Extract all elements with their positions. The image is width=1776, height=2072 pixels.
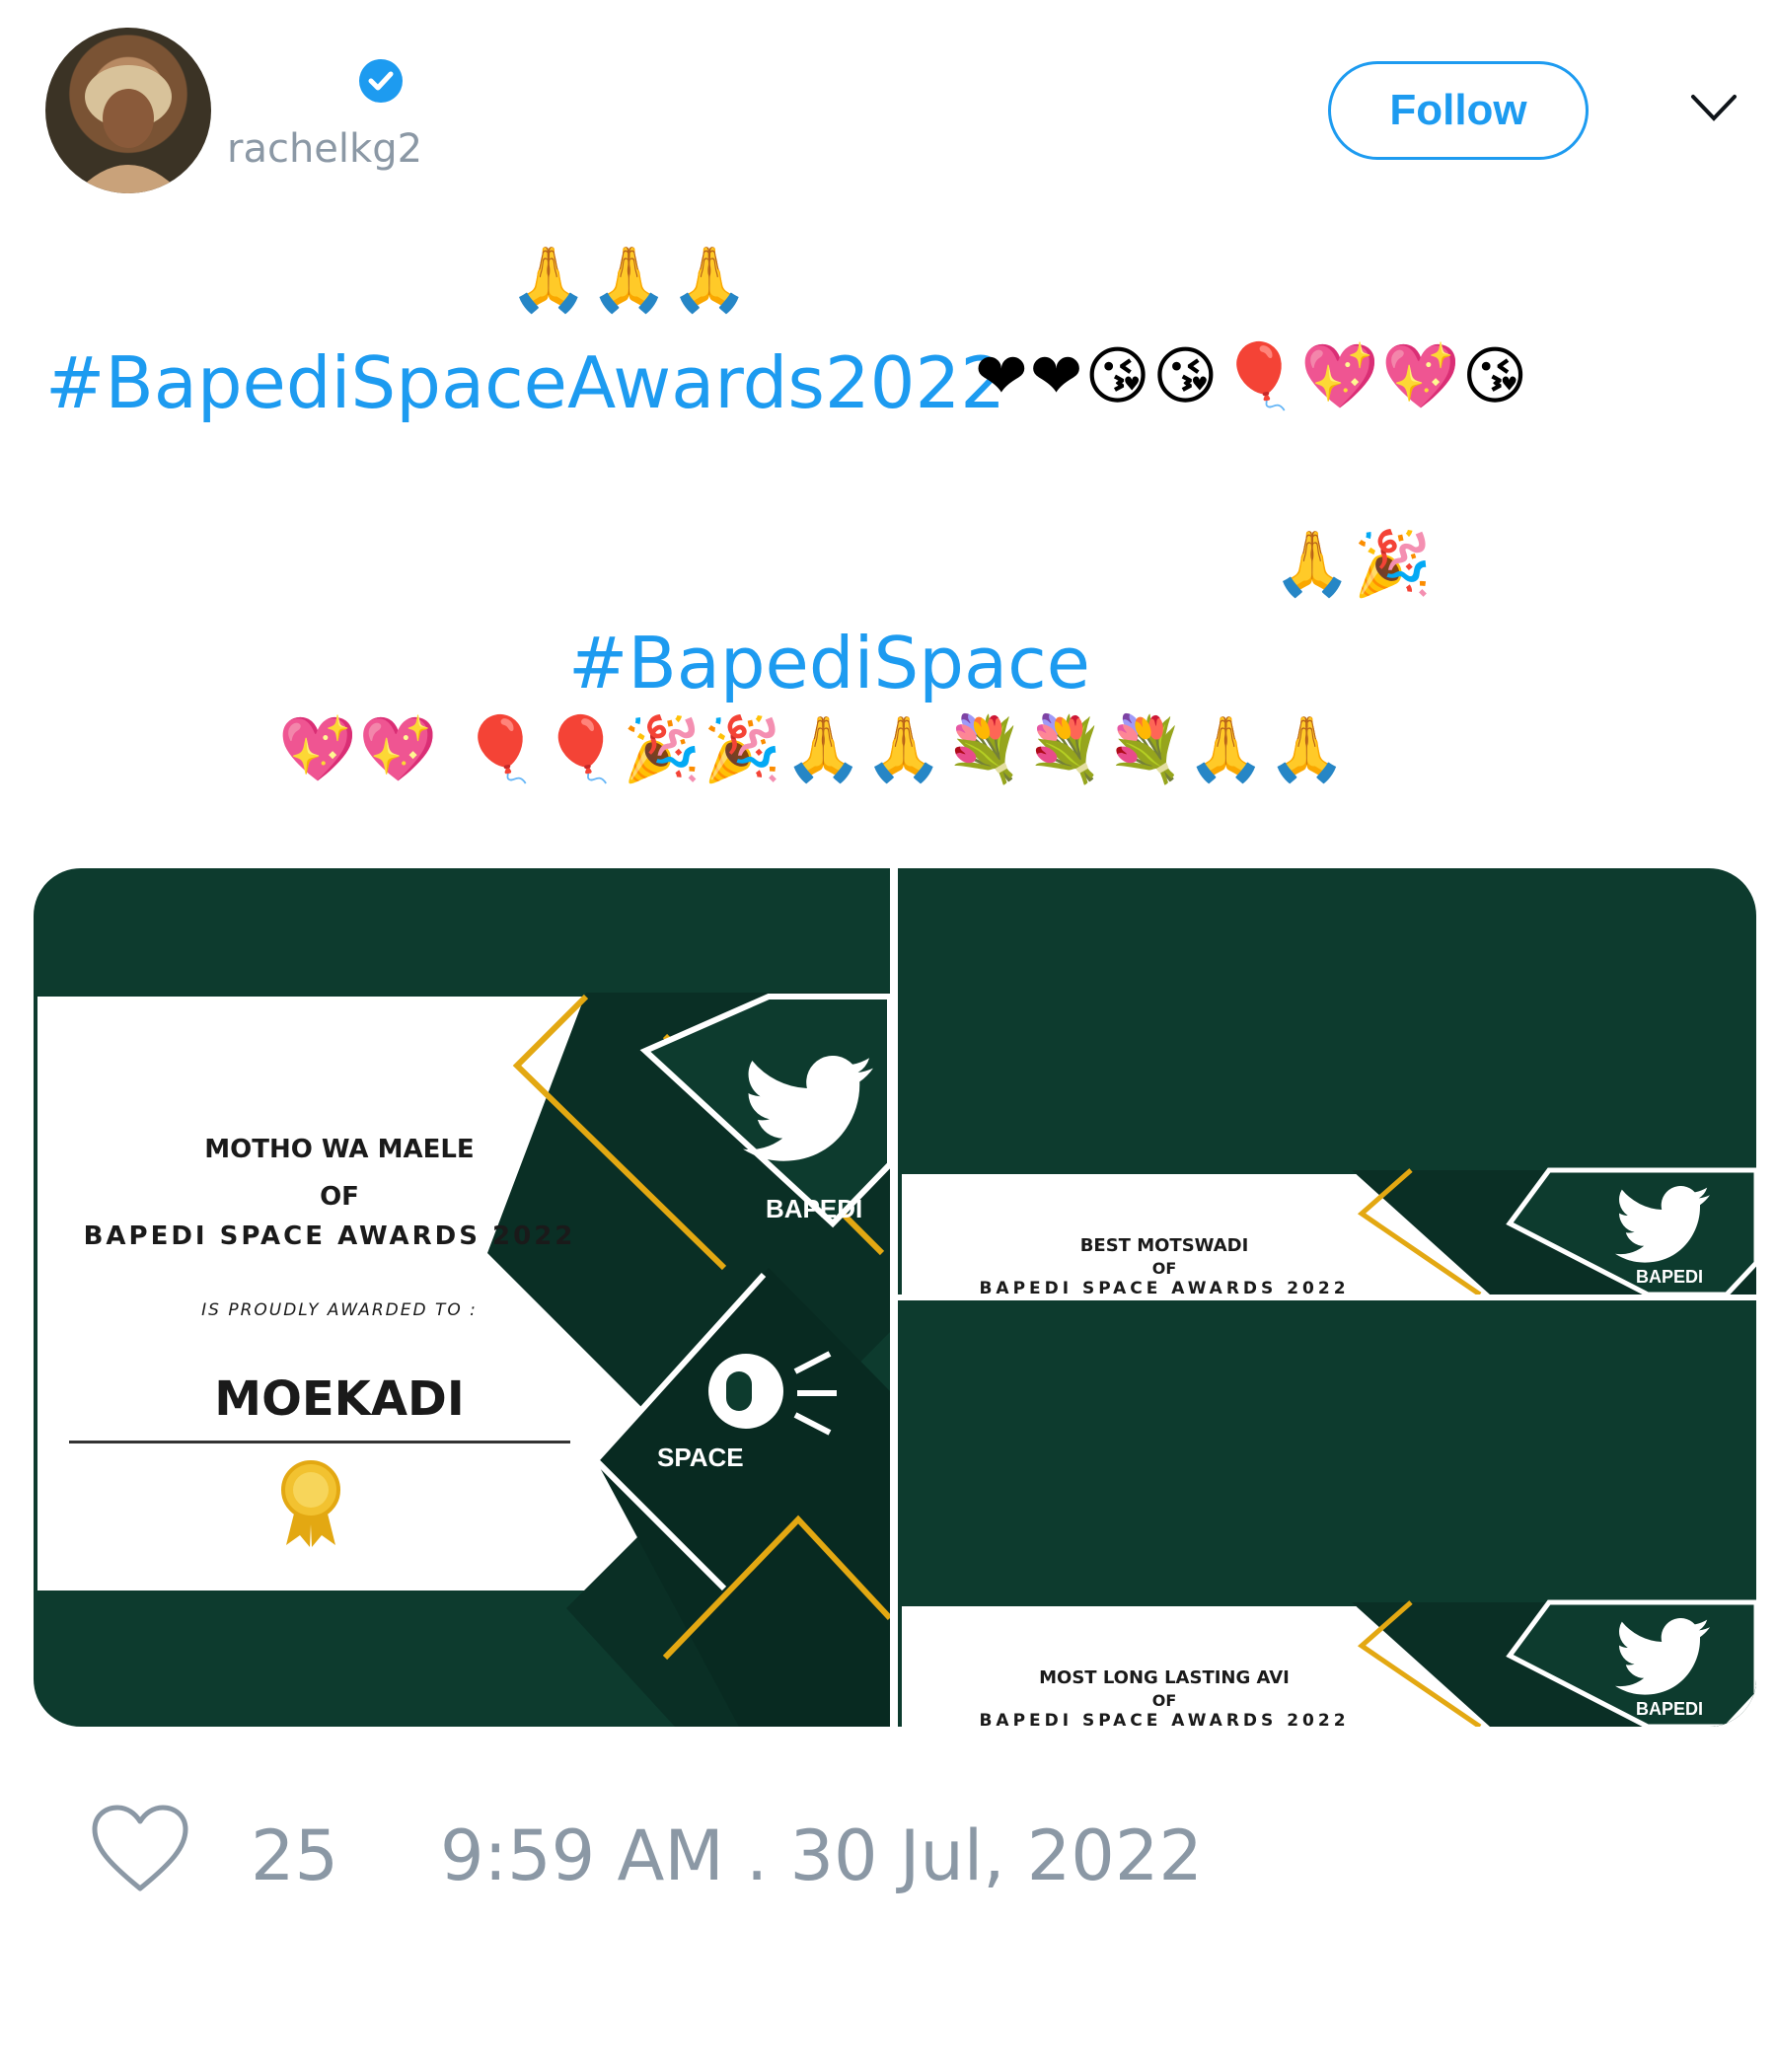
like-count: 25 bbox=[251, 1815, 339, 1896]
twitter-bird-icon bbox=[1615, 1618, 1710, 1695]
chevron-down-icon[interactable] bbox=[1689, 89, 1739, 128]
media-image-certificate-main[interactable]: BAPEDI SPACE MOTHO WA MAELE OF BAPEDI SP… bbox=[34, 868, 890, 1727]
verified-badge-icon bbox=[359, 59, 403, 103]
certificate-of: OF bbox=[1151, 1691, 1177, 1710]
microphone-icon bbox=[708, 1351, 837, 1436]
certificate-subtitle: IS PROUDLY AWARDED TO : bbox=[201, 1300, 478, 1320]
certificate-title: MOTHO WA MAELE bbox=[204, 1135, 475, 1164]
space-label: SPACE bbox=[657, 1443, 744, 1472]
twitter-bird-icon bbox=[1615, 1186, 1710, 1263]
twitter-bird-icon bbox=[743, 1056, 873, 1161]
tweet-timestamp[interactable]: 9:59 AM . 30 Jul, 2022 bbox=[440, 1815, 1203, 1896]
tweet-emoji-row: 🙏🙏🙏 bbox=[509, 244, 752, 317]
tweet-emoji-row: ❤❤😘😘🎈💖💖😘 bbox=[975, 340, 1530, 413]
bapedi-label: BAPEDI bbox=[1636, 1267, 1704, 1287]
certificate-of: OF bbox=[1151, 1259, 1177, 1278]
tweet-emoji-row: 💖💖 🎈🎈🎉🎉🙏🙏💐💐💐🙏🙏 bbox=[278, 713, 1349, 786]
user-handle[interactable]: rachelkg2 bbox=[227, 126, 422, 172]
heart-icon[interactable] bbox=[89, 1802, 191, 1896]
award-ribbon-icon bbox=[281, 1460, 340, 1547]
certificate-of: OF bbox=[320, 1182, 359, 1212]
bapedi-label: BAPEDI bbox=[1636, 1699, 1704, 1719]
tweet-emoji-row: 🙏🎉 bbox=[1273, 528, 1435, 601]
certificate-event: BAPEDI SPACE AWARDS 2022 bbox=[979, 1279, 1350, 1295]
media-image-certificate-2[interactable]: BAPEDI BEST MOTSWADI OF BAPEDI SPACE AWA… bbox=[898, 868, 1756, 1295]
certificate-event: BAPEDI SPACE AWARDS 2022 bbox=[83, 1221, 576, 1251]
bapedi-label: BAPEDI bbox=[766, 1194, 863, 1223]
avatar[interactable] bbox=[45, 28, 211, 193]
certificate-event: BAPEDI SPACE AWARDS 2022 bbox=[979, 1711, 1350, 1727]
follow-button[interactable]: Follow bbox=[1328, 61, 1589, 160]
certificate-decoration bbox=[487, 993, 890, 1727]
awardee-name: MOEKADI bbox=[214, 1371, 465, 1427]
signature-line bbox=[69, 1441, 570, 1443]
media-grid: BAPEDI SPACE MOTHO WA MAELE OF BAPEDI SP… bbox=[34, 868, 1756, 1727]
certificate-title: BEST MOTSWADI bbox=[1079, 1235, 1249, 1256]
hashtag-link[interactable]: #BapediSpaceAwards2022 bbox=[45, 347, 1005, 418]
certificate-title: MOST LONG LASTING AVI bbox=[1039, 1667, 1290, 1688]
hashtag-link[interactable]: #BapediSpace bbox=[568, 628, 1090, 699]
media-image-certificate-3[interactable]: BAPEDI MOST LONG LASTING AVI OF BAPEDI S… bbox=[898, 1300, 1756, 1727]
